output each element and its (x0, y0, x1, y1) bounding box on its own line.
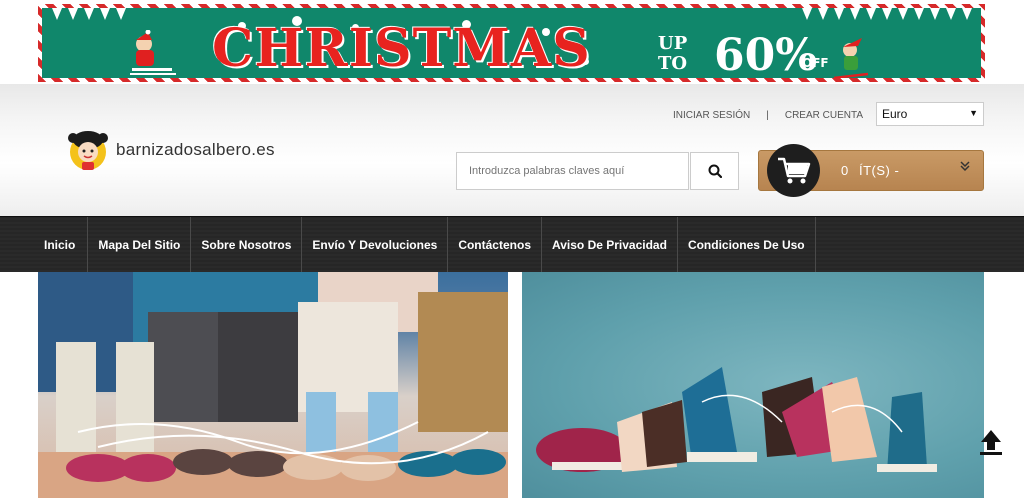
cart-icon (777, 157, 810, 183)
search-input[interactable] (456, 152, 689, 190)
banner-off-text: OFF (802, 56, 829, 70)
santa-skiing-icon (130, 30, 176, 75)
sneakers-people-illustration (38, 272, 508, 498)
site-name: barnizadosalbero.es (116, 140, 275, 159)
banner-up-to-text: UP TO (658, 34, 687, 74)
nav-item-aviso-privacidad[interactable]: Aviso De Privacidad (542, 217, 678, 273)
site-logo[interactable]: barnizadosalbero.es (66, 128, 275, 172)
currency-select[interactable]: Euro ▼ (876, 102, 984, 126)
elf-skiing-icon (833, 38, 869, 78)
register-link[interactable]: CREAR CUENTA (785, 110, 863, 121)
dropdown-arrow-icon: ▼ (969, 108, 978, 118)
account-links: INICIAR SESIÓN | CREAR CUENTA (673, 110, 863, 121)
search-icon (708, 164, 722, 178)
logo-mascot-icon (68, 131, 108, 170)
promo-image-sneakers-lineup[interactable] (522, 272, 984, 498)
currency-selected-value: Euro (882, 107, 908, 121)
link-separator: | (766, 110, 769, 121)
cart-item-count: 0 (841, 163, 849, 178)
site-header: barnizadosalbero.es INICIAR SESIÓN | CRE… (0, 84, 1024, 216)
search-button[interactable] (690, 152, 739, 190)
sneakers-lineup-illustration (536, 367, 937, 472)
cart-icon-container (767, 144, 820, 197)
nav-item-sobre-nosotros[interactable]: Sobre Nosotros (191, 217, 303, 273)
nav-item-mapa-del-sitio[interactable]: Mapa Del Sitio (88, 217, 192, 273)
login-link[interactable]: INICIAR SESIÓN (673, 110, 750, 121)
page: CHRISTMAS UP TO 60% OFF barnizadosalbero… (0, 0, 1024, 498)
nav-item-contactenos[interactable]: Contáctenos (448, 217, 542, 273)
banner-title: CHRISTMAS (212, 18, 591, 79)
chevron-down-icon (959, 160, 971, 175)
banner-up-text: UP (658, 33, 688, 54)
nav-item-envio-devoluciones[interactable]: Envío Y Devoluciones (302, 217, 449, 273)
scroll-to-top-icon (980, 430, 1002, 455)
main-navigation: Inicio Mapa Del Sitio Sobre Nosotros Env… (0, 216, 1024, 273)
banner-to-text: TO (658, 53, 688, 74)
nav-item-condiciones-uso[interactable]: Condiciones De Uso (678, 217, 816, 273)
cart-button[interactable]: 0 ÍT(S) - (758, 144, 984, 197)
scroll-to-top-button[interactable] (976, 428, 1006, 456)
nav-item-inicio[interactable]: Inicio (0, 217, 89, 273)
christmas-promo-banner[interactable]: CHRISTMAS UP TO 60% OFF (38, 4, 985, 82)
cart-items-label: ÍT(S) - (859, 163, 900, 178)
promo-image-people-sneakers[interactable] (38, 272, 508, 498)
